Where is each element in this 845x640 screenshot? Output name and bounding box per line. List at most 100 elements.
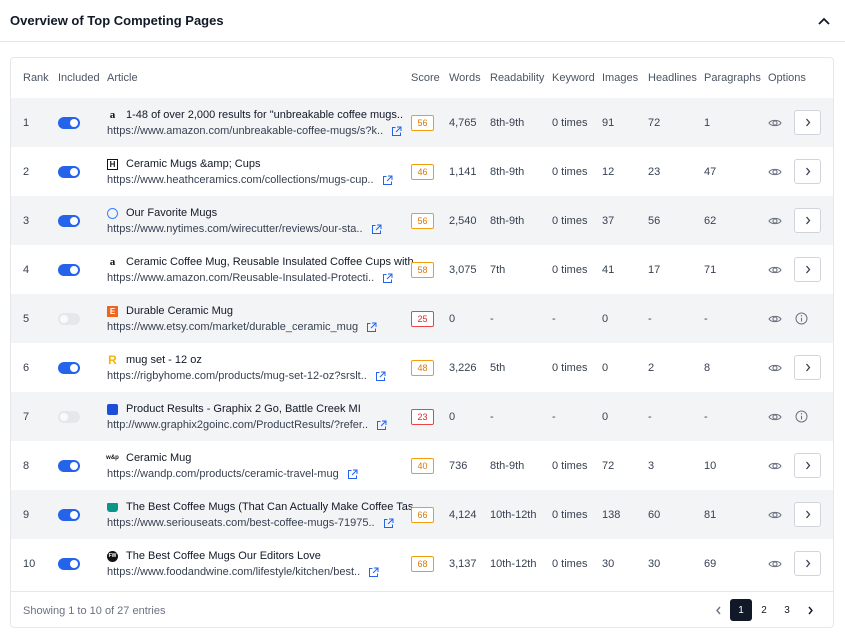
words-cell: 1,141 [449,165,477,178]
eye-icon[interactable] [768,361,782,375]
headlines-cell: 72 [648,116,661,129]
eye-icon[interactable] [768,116,782,130]
external-link-icon[interactable] [368,567,379,578]
col-images[interactable]: Images [602,58,638,98]
col-score[interactable]: Score [411,58,440,98]
col-paragraphs[interactable]: Paragraphs [704,58,761,98]
prev-page-button[interactable] [707,599,729,621]
rank-cell: 5 [23,312,30,325]
images-cell: 37 [602,214,615,227]
col-headlines[interactable]: Headlines [648,58,697,98]
include-toggle[interactable] [58,557,80,570]
readability-cell: 7th [490,263,506,276]
page-button-1[interactable]: 1 [730,599,752,621]
table-row: 3 Our Favorite Mugs https://www.nytimes.… [11,196,833,245]
include-toggle[interactable] [58,459,80,472]
eye-icon[interactable] [768,312,782,326]
rank-cell: 10 [23,557,36,570]
words-cell: 3,075 [449,263,477,276]
article-title: The Best Coffee Mugs Our Editors Love [126,550,321,562]
col-included[interactable]: Included [58,58,100,98]
readability-cell: 8th-9th [490,165,525,178]
article-url: https://wandp.com/products/ceramic-trave… [107,468,339,480]
include-toggle[interactable] [58,263,80,276]
external-link-icon[interactable] [383,518,394,529]
score-badge: 40 [411,457,434,474]
external-link-icon[interactable] [371,224,382,235]
external-link-icon[interactable] [391,126,402,137]
include-toggle[interactable] [58,508,80,521]
headlines-cell: 3 [648,459,655,472]
keyword-cell: 0 times [552,165,588,178]
open-details-button[interactable] [794,159,821,184]
external-link-icon[interactable] [376,420,387,431]
table-row: 5 E Durable Ceramic Mug https://www.etsy… [11,294,833,343]
images-cell: 72 [602,459,615,472]
page-button-3[interactable]: 3 [776,599,798,621]
col-rank[interactable]: Rank [23,58,49,98]
open-details-button[interactable] [794,551,821,576]
col-article[interactable]: Article [107,58,138,98]
article-title: Ceramic Coffee Mug, Reusable Insulated C… [126,256,420,268]
include-toggle[interactable] [58,410,80,423]
score-badge: 68 [411,555,434,572]
open-details-button[interactable] [794,208,821,233]
images-cell: 0 [602,361,609,374]
eye-icon[interactable] [768,459,782,473]
article-title: Product Results - Graphix 2 Go, Battle C… [126,403,361,415]
external-link-icon[interactable] [366,322,377,333]
include-toggle[interactable] [58,214,80,227]
next-page-button[interactable] [799,599,821,621]
external-link-icon[interactable] [382,175,393,186]
col-options: Options [768,72,806,84]
score-badge: 46 [411,163,434,180]
table-header: Rank Included Article Score Words Readab… [11,58,833,98]
eye-icon[interactable] [768,508,782,522]
article-url: https://www.etsy.com/market/durable_cera… [107,321,359,333]
eye-icon[interactable] [768,410,782,424]
chevron-left-icon [715,606,721,614]
article-url: http://www.graphix2goinc.com/ProductResu… [107,419,369,431]
images-cell: 138 [602,508,621,521]
col-readability[interactable]: Readability [490,58,544,98]
col-keyword[interactable]: Keyword [552,58,595,98]
eye-icon[interactable] [768,214,782,228]
open-details-button[interactable] [794,355,821,380]
page-button-2[interactable]: 2 [753,599,775,621]
open-details-button[interactable] [794,502,821,527]
external-link-icon[interactable] [375,371,386,382]
rank-cell: 6 [23,361,30,374]
score-badge: 23 [411,408,434,425]
score-badge: 56 [411,114,434,131]
readability-cell: - [490,410,494,423]
open-details-button[interactable] [794,110,821,135]
info-icon[interactable] [795,410,808,423]
external-link-icon[interactable] [382,273,393,284]
include-toggle[interactable] [58,361,80,374]
eye-icon[interactable] [768,263,782,277]
section-header: Overview of Top Competing Pages [0,0,845,42]
competing-pages-table: Rank Included Article Score Words Readab… [10,57,834,628]
open-details-button[interactable] [794,453,821,478]
chevron-right-icon [805,559,810,568]
info-icon[interactable] [795,312,808,325]
include-toggle[interactable] [58,312,80,325]
paragraphs-cell: 71 [704,263,717,276]
open-details-button[interactable] [794,257,821,282]
article-cell: The Best Coffee Mugs (That Can Actually … [107,490,419,539]
include-toggle[interactable] [58,116,80,129]
words-cell: 0 [449,410,456,423]
include-toggle[interactable] [58,165,80,178]
eye-icon[interactable] [768,557,782,571]
article-cell: E Durable Ceramic Mug https://www.etsy.c… [107,294,407,343]
words-cell: 3,226 [449,361,477,374]
images-cell: 41 [602,263,615,276]
article-url: https://www.nytimes.com/wirecutter/revie… [107,223,363,235]
eye-icon[interactable] [768,165,782,179]
col-words[interactable]: Words [449,58,481,98]
keyword-cell: 0 times [552,214,588,227]
paragraphs-cell: 69 [704,557,717,570]
chevron-right-icon [805,265,810,274]
chevron-up-icon[interactable] [815,12,833,30]
external-link-icon[interactable] [347,469,358,480]
